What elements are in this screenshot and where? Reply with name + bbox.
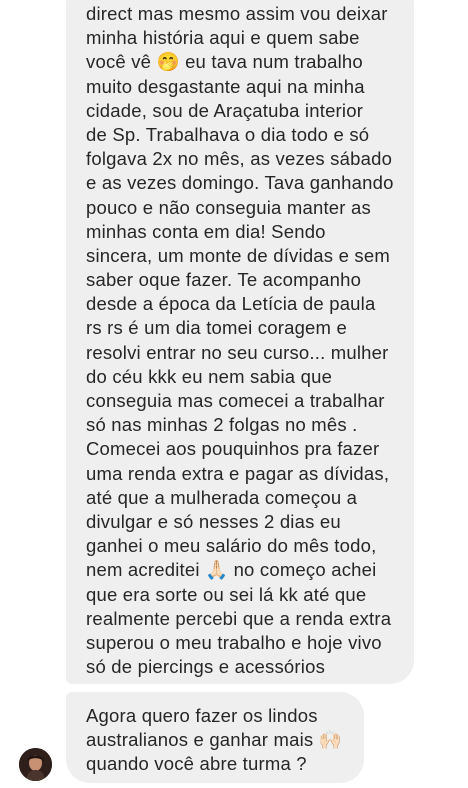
message-text-line: divulgar e só nesses 2 dias eu [86,510,341,532]
message-text-line: direct mas mesmo assim vou deixar [86,3,388,24]
message-thread: direct mas mesmo assim vou deixar minha h… [0,0,468,788]
message-text-line: rs rs é um dia tomei coragem e [86,317,347,339]
message-text-line: Agora quero fazer os lindos [86,705,318,726]
message-bubble[interactable]: Agora quero fazer os lindos australianos … [66,692,364,783]
message-text-line: só de piercings e acessórios [86,656,326,678]
message-text-line: ganhei o meu salário do mês todo, [86,535,377,557]
message-bubble[interactable]: direct mas mesmo assim vou deixar minha h… [66,0,414,684]
message-text-line: realmente percebi que a renda extra [86,607,392,629]
message-text-line: você vê 🤭 eu tava num trabalho [86,51,363,73]
message-text-line: superou o meu trabalho e hoje vivo [86,631,382,653]
message-text-line: conseguia mas comecei a trabalhar [86,390,385,411]
message-text-line: muito desgastante aqui na minha [86,75,365,97]
message-text-line: cidade, sou de Araçatuba interior [86,99,364,121]
message-text-line: folgava 2x no mês, as vezes sábado [86,148,393,170]
message-text-line: uma renda extra e pagar as dívidas, [86,462,390,484]
message-text-line: só nas minhas 2 folgas no mês . [86,414,358,436]
message-text-line: sincera, um monte de dívidas e sem [86,244,390,266]
message-text-line: Comecei aos pouquinhos pra fazer [86,438,380,460]
message-text-line: australianos e ganhar mais 🙌🏻 [86,729,342,751]
message-text-line: do céu kkk eu nem sabia que [86,365,333,387]
message-text-line: pouco e não conseguia manter as [86,196,371,218]
message-text-line: quando você abre turma ? [86,753,307,775]
message-text-line: desde a época da Letícia de paula [86,293,376,315]
message-text-line: minhas conta em dia! Sendo [86,220,326,242]
message-text-line: minha história aqui e quem sabe [86,27,360,49]
message-text-line: nem acreditei 🙏🏻 no começo achei [86,559,377,581]
sender-avatar[interactable] [19,748,52,781]
message-text-line: de Sp. Trabalhava o dia todo e só [86,123,370,145]
avatar-image [19,748,52,781]
message-text-line: que era sorte ou sei lá kk até que [86,583,367,605]
message-text-line: saber oque fazer. Te acompanho [86,269,362,291]
message-text-line: até que a mulherada começou a [86,486,358,508]
message-text-line: resolvi entrar no seu curso... mulher [86,341,389,363]
message-text-line: e as vezes domingo. Tava ganhando [86,172,394,194]
